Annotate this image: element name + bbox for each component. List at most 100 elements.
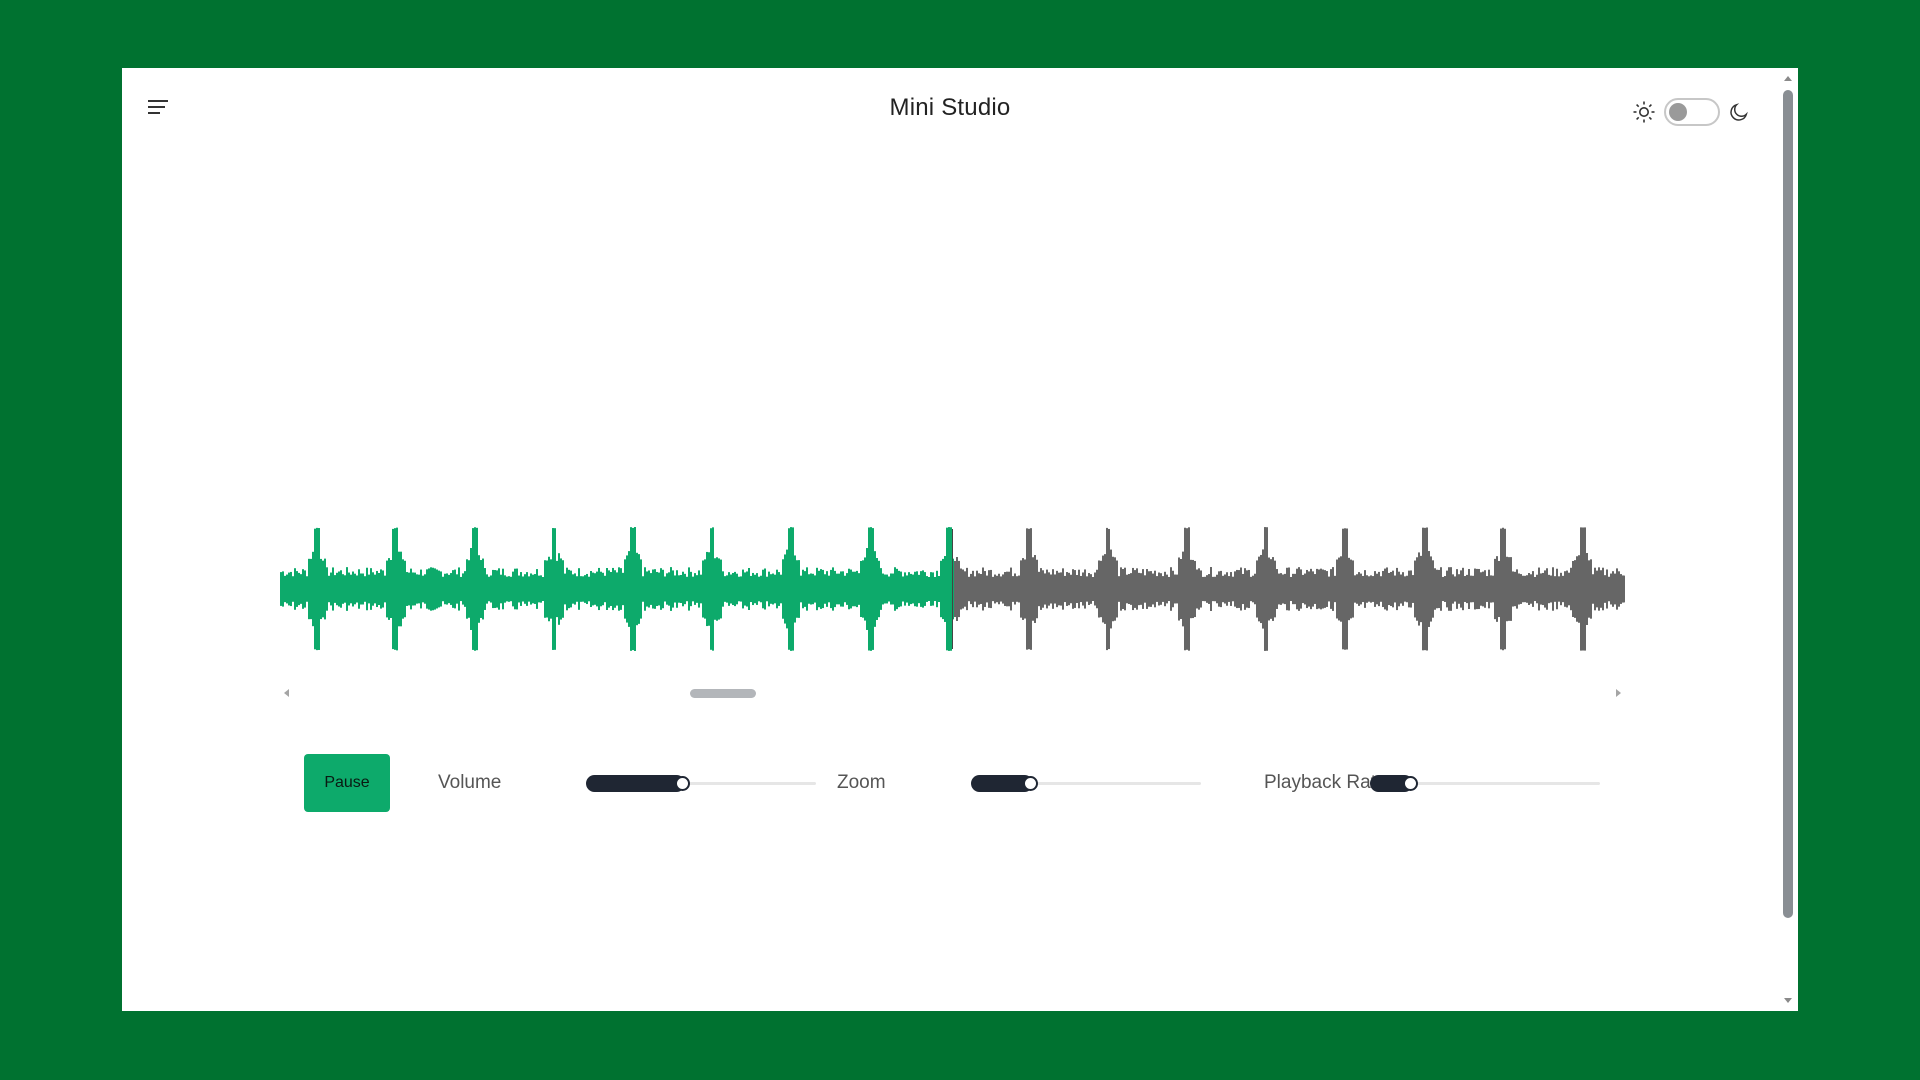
zoom-slider-thumb[interactable] [1023, 776, 1038, 791]
waveform-bar [1608, 576, 1610, 602]
waveform-scroll-thumb[interactable] [690, 689, 756, 698]
waveform-bar [970, 573, 972, 605]
waveform-bar [1532, 571, 1534, 607]
waveform-bar [1200, 570, 1202, 608]
waveform-bar [586, 573, 588, 605]
waveform-bar [860, 560, 862, 618]
waveform-bar [490, 575, 492, 603]
waveform-bar [638, 554, 640, 624]
waveform-bar [480, 560, 482, 618]
scroll-right-arrow-icon[interactable] [1616, 689, 1621, 697]
waveform-bar [810, 573, 812, 605]
waveform-bar [458, 567, 460, 611]
waveform-bar [1296, 568, 1298, 610]
waveform-bar [444, 573, 446, 605]
waveform-bar [966, 567, 968, 611]
waveform-bar [478, 555, 480, 623]
scroll-down-arrow-icon[interactable] [1784, 998, 1792, 1003]
waveform-bar [420, 569, 422, 609]
playback-rate-slider[interactable] [1370, 775, 1600, 792]
waveform-bar [484, 568, 486, 610]
pause-button[interactable]: Pause [304, 754, 390, 812]
waveform-bar [962, 569, 964, 609]
waveform-bar [1106, 527, 1108, 651]
waveform-bar [1302, 574, 1304, 604]
waveform-bar [906, 575, 908, 603]
waveform-bar [1086, 576, 1088, 602]
waveform-bar [1074, 570, 1076, 608]
waveform-bar [618, 567, 620, 611]
waveform-bar [822, 569, 824, 609]
theme-toggle[interactable] [1664, 98, 1720, 126]
volume-slider[interactable] [586, 775, 816, 792]
waveform-bar [1228, 576, 1230, 602]
waveform-bar [592, 572, 594, 606]
waveform-bar [1194, 560, 1196, 618]
waveform-bar [994, 574, 996, 604]
waveform-bar [1588, 560, 1590, 618]
waveform-bar [852, 571, 854, 607]
waveform-bar [610, 572, 612, 606]
waveform-bar [1020, 560, 1022, 618]
waveform-bar [992, 576, 994, 602]
waveform-bar [946, 527, 948, 651]
waveform-bar [1320, 568, 1322, 610]
waveform-bar [1462, 567, 1464, 611]
volume-slider-thumb[interactable] [675, 776, 690, 791]
zoom-label: Zoom [837, 772, 886, 793]
waveform-bar [1374, 571, 1376, 607]
app-window: Mini Studio Pause Volume Zoom Playback R… [122, 68, 1798, 1011]
waveform-bar [1470, 575, 1472, 603]
vertical-scrollbar[interactable] [1778, 68, 1798, 1011]
waveform-bar [626, 555, 628, 623]
waveform-bar [834, 570, 836, 608]
waveform-bar [356, 575, 358, 603]
waveform-bar [602, 572, 604, 606]
waveform-bar [1502, 527, 1504, 651]
waveform-bar [616, 572, 618, 606]
waveform-bar [652, 569, 654, 609]
waveform-bar [376, 570, 378, 608]
waveform-bar [1032, 557, 1034, 621]
waveform-bar [818, 570, 820, 608]
waveform-bar [714, 558, 716, 620]
waveform-bar [1408, 570, 1410, 608]
waveform-bar [1160, 573, 1162, 605]
vertical-scroll-thumb[interactable] [1783, 90, 1793, 918]
waveform-bar [1282, 574, 1284, 604]
waveform-bar [1212, 576, 1214, 602]
waveform-bar [792, 527, 794, 651]
waveform-bar [620, 568, 622, 610]
waveform-bar [488, 576, 490, 602]
scroll-up-arrow-icon[interactable] [1784, 76, 1792, 81]
waveform-bar [1468, 569, 1470, 609]
waveform-bar [448, 574, 450, 604]
waveform-bar [566, 567, 568, 611]
scroll-left-arrow-icon[interactable] [284, 689, 289, 697]
waveform-bar [514, 568, 516, 610]
waveform-horizontal-scrollbar[interactable] [280, 685, 1625, 701]
playback-rate-slider-thumb[interactable] [1403, 776, 1418, 791]
zoom-slider[interactable] [971, 775, 1201, 792]
waveform-bar [510, 576, 512, 602]
waveform-bar [1322, 569, 1324, 609]
waveform-bar [1184, 527, 1186, 651]
waveform-bar [794, 555, 796, 623]
waveform-bar [470, 548, 472, 630]
waveform-bar [464, 571, 466, 607]
waveform-bar [766, 576, 768, 602]
waveform-bar [1022, 558, 1024, 620]
waveform[interactable] [280, 489, 1625, 689]
waveform-bar [544, 560, 546, 618]
waveform-bar [690, 571, 692, 607]
waveform-bar [1174, 574, 1176, 604]
waveform-bar [572, 574, 574, 604]
waveform-bar [1216, 574, 1218, 604]
waveform-bar [770, 574, 772, 604]
waveform-bar [1420, 555, 1422, 623]
waveform-bar [446, 573, 448, 605]
waveform-bar [362, 573, 364, 605]
waveform-bar [1550, 575, 1552, 603]
waveform-bar [1300, 569, 1302, 609]
waveform-bar [1204, 576, 1206, 602]
